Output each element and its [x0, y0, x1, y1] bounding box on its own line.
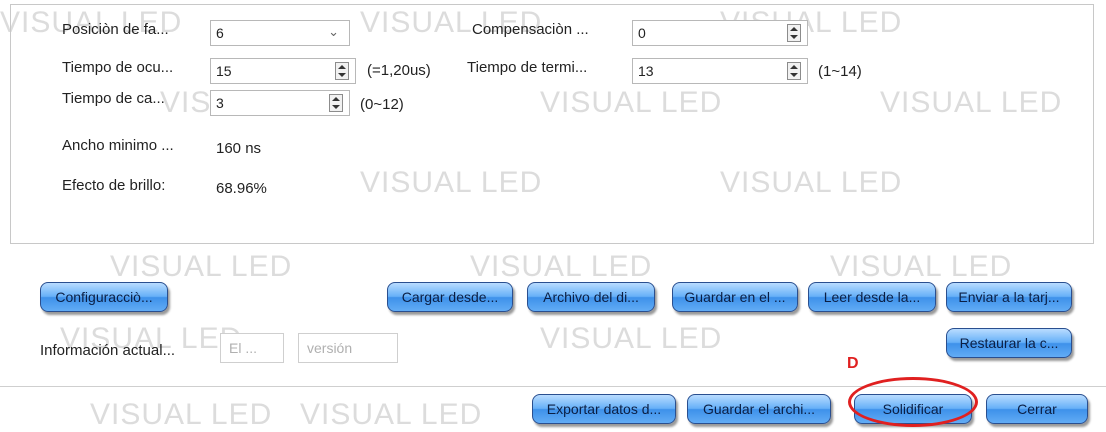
- archivo-del-di-button[interactable]: Archivo del di...: [527, 282, 655, 312]
- spinner-arrows-icon[interactable]: [335, 62, 349, 80]
- watermark-text: VISUAL LED: [90, 398, 273, 431]
- cargar-desde-button[interactable]: Cargar desde...: [387, 282, 513, 312]
- watermark-text: VISUAL LED: [470, 250, 653, 283]
- watermark-text: VISUAL LED: [110, 250, 293, 283]
- tiempo-ca-hint: (0~12): [360, 96, 404, 113]
- informacion-field-1-text: El ...: [229, 340, 258, 356]
- watermark-text: VISUAL LED: [540, 322, 723, 355]
- efecto-brillo-value: 68.96%: [216, 180, 267, 197]
- posicion-fase-label: Posiciòn de fa...: [62, 21, 169, 38]
- restaurar-button[interactable]: Restaurar la c...: [946, 328, 1072, 358]
- informacion-actual-label: Información actual...: [40, 342, 176, 359]
- tiempo-ca-spinner[interactable]: 3: [210, 90, 350, 116]
- chevron-down-icon: ⌄: [328, 24, 339, 39]
- guardar-en-el-button[interactable]: Guardar en el ...: [672, 282, 798, 312]
- tiempo-ca-label: Tiempo de ca...: [62, 90, 165, 107]
- compensacion-value: 0: [638, 25, 646, 41]
- posicion-fase-dropdown[interactable]: 6 ⌄: [210, 20, 350, 46]
- tiempo-termi-spinner[interactable]: 13: [632, 58, 808, 84]
- leer-desde-la-button[interactable]: Leer desde la...: [808, 282, 936, 312]
- tiempo-ca-value: 3: [216, 95, 224, 111]
- spinner-arrows-icon[interactable]: [787, 24, 801, 42]
- efecto-brillo-label: Efecto de brillo:: [62, 177, 166, 194]
- version-field: versión: [298, 333, 398, 363]
- spinner-arrows-icon[interactable]: [329, 94, 343, 112]
- compensacion-spinner[interactable]: 0: [632, 20, 808, 46]
- tiempo-ocu-label: Tiempo de ocu...: [62, 59, 174, 76]
- highlight-ellipse: [848, 377, 978, 427]
- tiempo-termi-hint: (1~14): [818, 63, 862, 80]
- watermark-text: VISUAL LED: [300, 398, 483, 431]
- tiempo-termi-label: Tiempo de termi...: [467, 59, 588, 76]
- configuracion-button[interactable]: Configuracciò...: [40, 282, 168, 312]
- enviar-a-la-tarj-button[interactable]: Enviar a la tarj...: [946, 282, 1072, 312]
- ancho-minimo-value: 160 ns: [216, 140, 262, 157]
- tiempo-termi-value: 13: [638, 63, 654, 79]
- annotation-letter: D: [847, 355, 859, 372]
- tiempo-ocu-value: 15: [216, 63, 232, 79]
- exportar-datos-button[interactable]: Exportar datos d...: [532, 394, 676, 424]
- informacion-field-1: El ...: [220, 333, 284, 363]
- ancho-minimo-label: Ancho minimo ...: [62, 137, 174, 154]
- guardar-el-archi-button[interactable]: Guardar el archi...: [687, 394, 831, 424]
- tiempo-ocu-spinner[interactable]: 15: [210, 58, 356, 84]
- compensacion-label: Compensaciòn ...: [472, 21, 589, 38]
- settings-group: [10, 4, 1094, 244]
- posicion-fase-value: 6: [216, 25, 224, 41]
- watermark-text: VISUAL LED: [830, 250, 1013, 283]
- cerrar-button[interactable]: Cerrar: [986, 394, 1088, 424]
- version-field-text: versión: [307, 340, 353, 356]
- tiempo-ocu-hint: (=1,20us): [367, 62, 431, 79]
- spinner-arrows-icon[interactable]: [787, 62, 801, 80]
